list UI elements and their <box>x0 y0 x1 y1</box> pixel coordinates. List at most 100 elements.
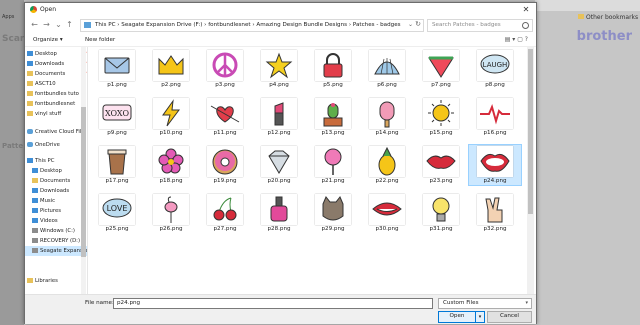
address-bar[interactable]: This PC › Seagate Expansion Drive (F:) ›… <box>80 19 424 32</box>
open-button[interactable]: Open ▾ <box>438 311 485 323</box>
sidebar-item-downloads[interactable]: Downloads📌 <box>25 59 87 69</box>
forward-arrow-icon[interactable]: → <box>42 20 51 30</box>
file-item[interactable]: p20.png <box>253 145 305 185</box>
videos-icon <box>32 217 38 223</box>
file-item[interactable]: p24.png <box>468 144 522 186</box>
creative-cloud-icon <box>27 128 33 134</box>
file-item[interactable]: p26.png <box>145 193 197 233</box>
dialog-titlebar[interactable]: Open ✕ <box>25 3 536 16</box>
recent-locations-chevron-icon[interactable]: ⌄ <box>54 20 63 30</box>
file-item[interactable]: p31.png <box>415 193 467 233</box>
file-item[interactable]: p14.png <box>361 97 413 137</box>
search-icon[interactable] <box>522 22 529 29</box>
file-name: p32.png <box>483 226 507 232</box>
refresh-icon[interactable]: ↻ <box>415 20 421 28</box>
file-item[interactable]: p30.png <box>361 193 413 233</box>
file-item[interactable]: p2.png <box>145 49 197 89</box>
back-arrow-icon[interactable]: ← <box>30 20 39 30</box>
sidebar-item-onedrive[interactable]: OneDrive <box>25 140 87 150</box>
file-name: p5.png <box>323 82 343 88</box>
file-item[interactable]: XOXO p9.png <box>91 97 143 137</box>
file-item[interactable]: p13.png <box>307 97 359 137</box>
file-name: p14.png <box>375 130 399 136</box>
sidebar-item-windows-c[interactable]: Windows (C:) <box>25 226 87 236</box>
view-options-icons[interactable]: ▤ ▾ ▢ ? <box>505 36 528 43</box>
sidebar-item-label: OneDrive <box>35 142 60 148</box>
breadcrumb[interactable]: This PC › Seagate Expansion Drive (F:) ›… <box>95 22 401 28</box>
file-item[interactable]: p16.png <box>469 97 521 137</box>
search-box[interactable]: Search Patches - badges <box>427 19 533 32</box>
other-bookmarks[interactable]: Other bookmarks <box>586 14 638 21</box>
navigation-bar: ← → ⌄ ↑ This PC › Seagate Expansion Driv… <box>25 17 536 33</box>
file-item[interactable]: p10.png <box>145 97 197 137</box>
close-button[interactable]: ✕ <box>519 4 533 15</box>
sidebar-item-desktop[interactable]: Desktop <box>25 166 87 176</box>
lightning-bolt-icon <box>153 98 189 129</box>
sidebar-item-downloads[interactable]: Downloads <box>25 186 87 196</box>
file-item[interactable]: p32.png <box>469 193 521 233</box>
file-name: p1.png <box>107 82 127 88</box>
cancel-button[interactable]: Cancel <box>487 311 532 323</box>
sidebar-item-pictures[interactable]: Pictures <box>25 206 87 216</box>
file-item[interactable]: LOVE p25.png <box>91 193 143 233</box>
sidebar-item-documents[interactable]: Documents📌 <box>25 69 87 79</box>
search-input[interactable]: Search Patches - badges <box>432 22 501 28</box>
file-name-label: File name: <box>85 300 114 306</box>
apps-link[interactable]: Apps <box>2 14 14 20</box>
file-name: p27.png <box>213 226 237 232</box>
file-item[interactable]: p21.png <box>307 145 359 185</box>
flower-icon <box>153 146 189 177</box>
file-item[interactable]: p29.png <box>307 193 359 233</box>
file-name-value[interactable]: p24.png <box>117 300 140 306</box>
file-item[interactable]: p27.png <box>199 193 251 233</box>
sidebar-item-libraries[interactable]: Libraries <box>25 276 87 286</box>
file-type-select[interactable]: Custom Files ▾ <box>438 298 532 309</box>
page-title-partial: Scan <box>2 34 27 44</box>
drive-icon <box>32 227 38 233</box>
file-item[interactable]: p18.png <box>145 145 197 185</box>
file-item[interactable]: p17.png <box>91 145 143 185</box>
sidebar-item-fontbundles-tuto[interactable]: fontbundles tuto <box>25 89 87 99</box>
envelope-icon <box>99 50 135 81</box>
file-item[interactable]: p28.png <box>253 193 305 233</box>
sidebar-item-documents[interactable]: Documents <box>25 176 87 186</box>
address-chevron-down-icon[interactable]: ⌄ <box>408 21 413 28</box>
file-item[interactable]: p22.png <box>361 145 413 185</box>
sidebar-item-recovery-d[interactable]: RECOVERY (D:) <box>25 236 87 246</box>
browser-left-edge <box>0 0 24 325</box>
sidebar-item-asct10[interactable]: ASCT10 <box>25 79 87 89</box>
up-arrow-icon[interactable]: ↑ <box>65 20 74 30</box>
sidebar-item-label: Creative Cloud Fil <box>35 129 82 135</box>
sidebar-item-vinyl-stuff[interactable]: vinyl stuff <box>25 109 87 119</box>
file-item[interactable]: p23.png <box>415 145 467 185</box>
open-split-chevron-icon[interactable]: ▾ <box>475 312 484 322</box>
file-item[interactable]: p19.png <box>199 145 251 185</box>
peace-sign-icon <box>207 50 243 81</box>
sidebar-item-videos[interactable]: Videos <box>25 216 87 226</box>
file-item[interactable]: p4.png <box>253 49 305 89</box>
file-item[interactable]: p3.png <box>199 49 251 89</box>
file-scrollbar-thumb[interactable] <box>528 49 533 214</box>
file-item[interactable]: p12.png <box>253 97 305 137</box>
file-item[interactable]: p6.png <box>361 49 413 89</box>
file-item[interactable]: p11.png <box>199 97 251 137</box>
file-item[interactable]: p7.png <box>415 49 467 89</box>
organize-button[interactable]: Organize ▾ <box>33 37 63 43</box>
sidebar-item-seagate-expansion[interactable]: Seagate Expansion <box>25 246 87 256</box>
pictures-icon <box>32 207 38 213</box>
sidebar-item-fontbundlesnet[interactable]: fontbundlesnet <box>25 99 87 109</box>
sidebar-item-music[interactable]: Music <box>25 196 87 206</box>
smiling-lips-icon <box>369 194 405 225</box>
sidebar-item-desktop[interactable]: Desktop📌 <box>25 49 87 59</box>
new-folder-button[interactable]: New folder <box>85 37 115 43</box>
file-item[interactable]: LAUGH p8.png <box>469 49 521 89</box>
file-item[interactable]: p1.png <box>91 49 143 89</box>
sidebar-item-creative-cloud-fil[interactable]: Creative Cloud Fil <box>25 127 87 137</box>
file-item[interactable]: p15.png <box>415 97 467 137</box>
nav-scrollbar-thumb[interactable] <box>81 107 86 257</box>
file-item[interactable]: p5.png <box>307 49 359 89</box>
onedrive-icon <box>27 141 33 147</box>
sidebar-item-this-pc[interactable]: This PC <box>25 156 87 166</box>
sidebar-item-label: This PC <box>35 158 55 164</box>
file-name-field[interactable]: p24.png <box>113 298 433 309</box>
